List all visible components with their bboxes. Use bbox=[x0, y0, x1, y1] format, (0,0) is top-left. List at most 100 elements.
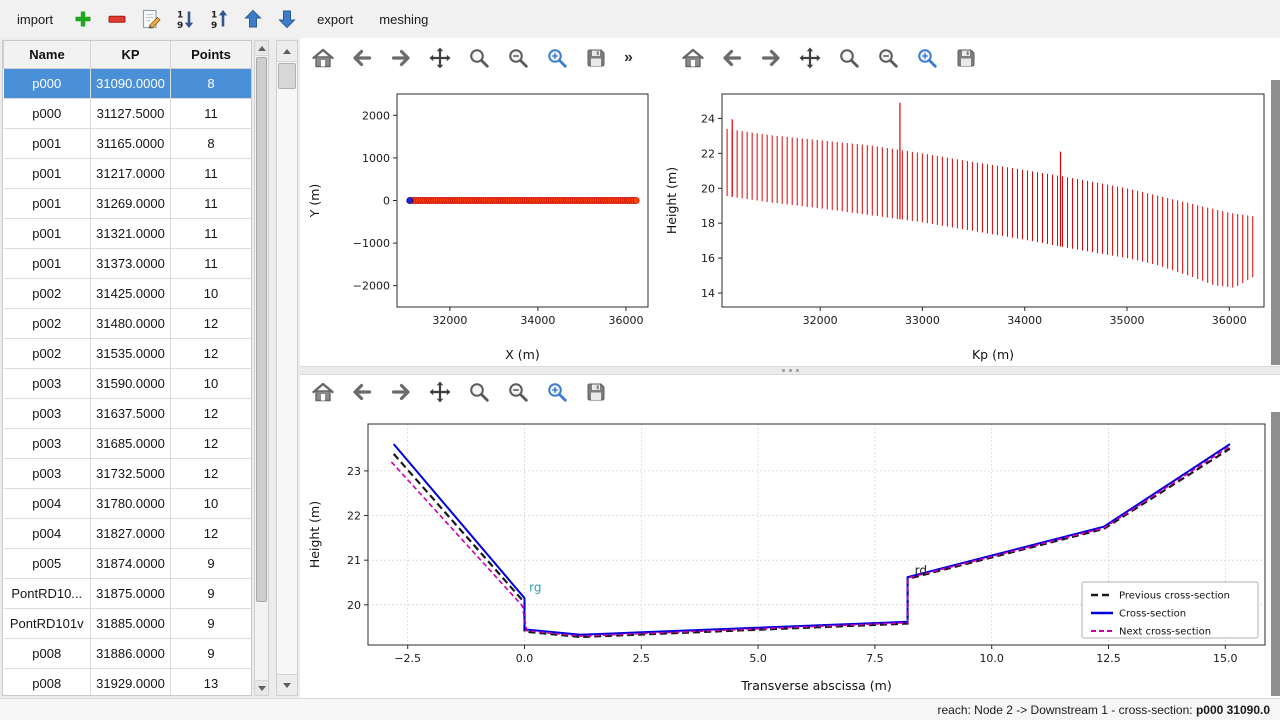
remove-cross-section-button[interactable] bbox=[102, 4, 132, 34]
pan-button[interactable] bbox=[425, 43, 455, 73]
kp-cell[interactable]: 31127.5000 bbox=[91, 99, 171, 129]
points-cell[interactable]: 12 bbox=[171, 519, 252, 549]
kp-cell[interactable]: 31885.0000 bbox=[91, 609, 171, 639]
panel-scrollbar[interactable] bbox=[276, 40, 298, 696]
points-cell[interactable]: 12 bbox=[171, 309, 252, 339]
points-cell[interactable]: 12 bbox=[171, 399, 252, 429]
points-cell[interactable]: 8 bbox=[171, 69, 252, 99]
kp-cell[interactable]: 31637.5000 bbox=[91, 399, 171, 429]
subplots-button[interactable] bbox=[503, 43, 533, 73]
scroll-down-button[interactable] bbox=[255, 680, 268, 695]
zoom-button[interactable] bbox=[834, 43, 864, 73]
points-cell[interactable]: 10 bbox=[171, 369, 252, 399]
panel-scroll-up-button[interactable] bbox=[277, 41, 297, 62]
name-cell[interactable]: p000 bbox=[4, 69, 91, 99]
name-cell[interactable]: p005 bbox=[4, 549, 91, 579]
import-button[interactable]: import bbox=[6, 6, 64, 33]
kp-cell[interactable]: 31480.0000 bbox=[91, 309, 171, 339]
table-row[interactable]: p00231535.000012 bbox=[4, 339, 252, 369]
name-cell[interactable]: p001 bbox=[4, 249, 91, 279]
cross-section-canvas[interactable]: −2.50.02.55.07.510.012.515.020212223Tran… bbox=[305, 412, 1272, 696]
name-cell[interactable]: p002 bbox=[4, 309, 91, 339]
name-cell[interactable]: p004 bbox=[4, 519, 91, 549]
name-cell[interactable]: p001 bbox=[4, 189, 91, 219]
customize-button[interactable] bbox=[912, 43, 942, 73]
points-cell[interactable]: 10 bbox=[171, 489, 252, 519]
table-row[interactable]: p00831929.000013 bbox=[4, 669, 252, 697]
table-row[interactable]: p00131217.000011 bbox=[4, 159, 252, 189]
points-cell[interactable]: 12 bbox=[171, 429, 252, 459]
points-cell[interactable]: 9 bbox=[171, 609, 252, 639]
points-cell[interactable]: 12 bbox=[171, 339, 252, 369]
panel-scrollbar-thumb[interactable] bbox=[278, 63, 296, 89]
kp-cell[interactable]: 31373.0000 bbox=[91, 249, 171, 279]
back-button[interactable] bbox=[347, 377, 377, 407]
name-cell[interactable]: p001 bbox=[4, 129, 91, 159]
points-cell[interactable]: 11 bbox=[171, 159, 252, 189]
sort-ascending-button[interactable]: 1 9 bbox=[170, 4, 200, 34]
name-cell[interactable]: p000 bbox=[4, 99, 91, 129]
sort-descending-button[interactable]: 1 9 bbox=[204, 4, 234, 34]
column-header-kp[interactable]: KP bbox=[91, 41, 171, 69]
subplots-button[interactable] bbox=[503, 377, 533, 407]
points-cell[interactable]: 11 bbox=[171, 249, 252, 279]
save-button[interactable] bbox=[581, 377, 611, 407]
panel-scroll-down-button[interactable] bbox=[277, 674, 297, 695]
points-cell[interactable]: 11 bbox=[171, 99, 252, 129]
name-cell[interactable]: PontRD10... bbox=[4, 579, 91, 609]
points-cell[interactable]: 12 bbox=[171, 459, 252, 489]
name-cell[interactable]: p004 bbox=[4, 489, 91, 519]
column-header-name[interactable]: Name bbox=[4, 41, 91, 69]
back-button[interactable] bbox=[347, 43, 377, 73]
horizontal-splitter[interactable] bbox=[300, 366, 1280, 375]
table-row[interactable]: p00431827.000012 bbox=[4, 519, 252, 549]
toolbar-overflow-chevron[interactable]: » bbox=[624, 49, 633, 67]
kp-cell[interactable]: 31090.0000 bbox=[91, 69, 171, 99]
home-button[interactable] bbox=[308, 43, 338, 73]
table-row[interactable]: p00031090.00008 bbox=[4, 69, 252, 99]
table-row[interactable]: p00131321.000011 bbox=[4, 219, 252, 249]
table-row[interactable]: p00231480.000012 bbox=[4, 309, 252, 339]
meshing-button[interactable]: meshing bbox=[368, 6, 439, 33]
points-cell[interactable]: 13 bbox=[171, 669, 252, 697]
move-down-button[interactable] bbox=[272, 4, 302, 34]
kp-cell[interactable]: 31425.0000 bbox=[91, 279, 171, 309]
profile-view-canvas[interactable]: 3200033000340003500036000141618202224Kp … bbox=[662, 80, 1270, 365]
table-row[interactable]: p00131373.000011 bbox=[4, 249, 252, 279]
kp-cell[interactable]: 31827.0000 bbox=[91, 519, 171, 549]
zoom-button[interactable] bbox=[464, 43, 494, 73]
points-cell[interactable]: 11 bbox=[171, 189, 252, 219]
kp-cell[interactable]: 31165.0000 bbox=[91, 129, 171, 159]
edit-cross-section-button[interactable] bbox=[136, 4, 166, 34]
table-row[interactable]: p00031127.500011 bbox=[4, 99, 252, 129]
kp-cell[interactable]: 31732.5000 bbox=[91, 459, 171, 489]
name-cell[interactable]: p008 bbox=[4, 669, 91, 697]
column-header-points[interactable]: Points bbox=[171, 41, 252, 69]
table-row[interactable]: p00331685.000012 bbox=[4, 429, 252, 459]
table-row[interactable]: p00331637.500012 bbox=[4, 399, 252, 429]
move-up-button[interactable] bbox=[238, 4, 268, 34]
table-scrollbar-thumb[interactable] bbox=[256, 57, 267, 602]
table-row[interactable]: p00131165.00008 bbox=[4, 129, 252, 159]
kp-cell[interactable]: 31875.0000 bbox=[91, 579, 171, 609]
add-cross-section-button[interactable] bbox=[68, 4, 98, 34]
table-row[interactable]: p00431780.000010 bbox=[4, 489, 252, 519]
name-cell[interactable]: p003 bbox=[4, 429, 91, 459]
customize-button[interactable] bbox=[542, 43, 572, 73]
table-row[interactable]: p00831886.00009 bbox=[4, 639, 252, 669]
points-cell[interactable]: 8 bbox=[171, 129, 252, 159]
scroll-up-button[interactable] bbox=[255, 41, 268, 56]
points-cell[interactable]: 11 bbox=[171, 219, 252, 249]
kp-cell[interactable]: 31590.0000 bbox=[91, 369, 171, 399]
back-button[interactable] bbox=[717, 43, 747, 73]
kp-cell[interactable]: 31321.0000 bbox=[91, 219, 171, 249]
home-button[interactable] bbox=[678, 43, 708, 73]
kp-cell[interactable]: 31874.0000 bbox=[91, 549, 171, 579]
table-row[interactable]: p00131269.000011 bbox=[4, 189, 252, 219]
kp-cell[interactable]: 31685.0000 bbox=[91, 429, 171, 459]
name-cell[interactable]: p003 bbox=[4, 399, 91, 429]
table-row[interactable]: PontRD10...31875.00009 bbox=[4, 579, 252, 609]
name-cell[interactable]: p002 bbox=[4, 279, 91, 309]
pan-button[interactable] bbox=[425, 377, 455, 407]
table-row[interactable]: p00231425.000010 bbox=[4, 279, 252, 309]
